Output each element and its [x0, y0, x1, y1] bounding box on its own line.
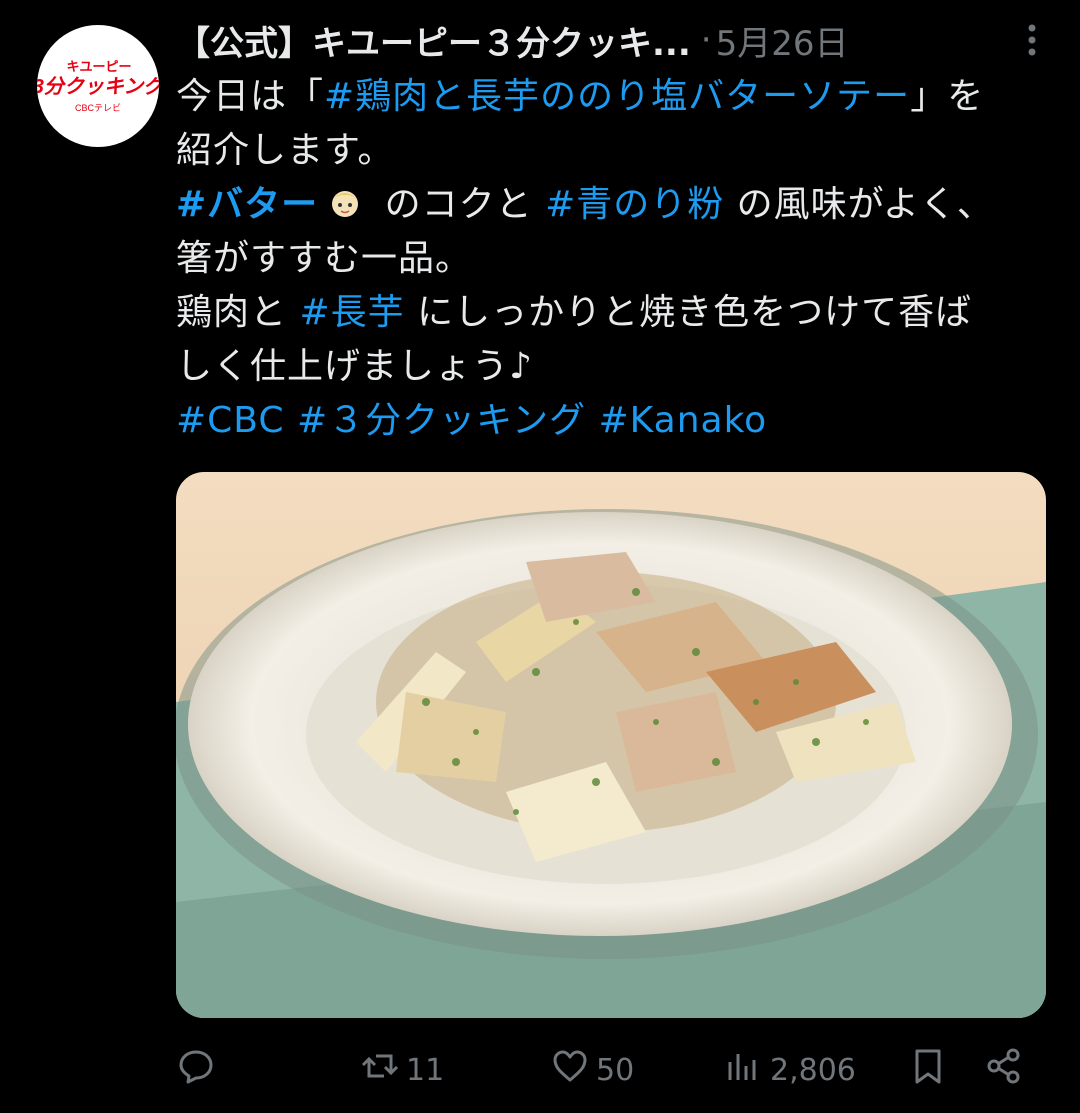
text-segment: 」を: [910, 76, 985, 117]
tweet-text: 今日は「#鶏肉と長芋ののり塩バターソテー」を 紹介します。 #バター のコクと …: [176, 70, 1056, 448]
text-segment: のコクと: [372, 184, 546, 225]
text-line-5: 鶏肉と #長芋 にしっかりと焼き色をつけて香ば: [176, 286, 1056, 340]
text-line-7: #CBC #３分クッキング #Kanako: [176, 394, 1056, 448]
views-button[interactable]: 2,806: [724, 1040, 856, 1100]
repost-icon: [360, 1046, 400, 1094]
text-line-6: しく仕上げましょう♪: [176, 346, 533, 387]
text-segment: の風味がよく、: [724, 184, 994, 225]
avatar[interactable]: キユーピー 3分クッキング CBCテレビ: [37, 25, 159, 147]
hashtag-3min-cooking[interactable]: #３分クッキング: [297, 400, 586, 441]
hashtag-aonori[interactable]: #青のり粉: [545, 184, 724, 225]
butter-emoji-icon: [326, 184, 364, 222]
bookmark-icon: [908, 1046, 948, 1094]
hashtag-nagaimo[interactable]: #長芋: [299, 292, 404, 333]
views-count: 2,806: [770, 1052, 856, 1088]
logo-line2: 3分クッキング: [37, 75, 159, 98]
hashtag-kanako[interactable]: #Kanako: [599, 400, 768, 441]
share-button[interactable]: [984, 1040, 1024, 1100]
reply-button[interactable]: [176, 1040, 216, 1100]
text-segment: 今日は「: [176, 76, 325, 117]
logo-line3: CBCテレビ: [75, 103, 121, 113]
text-segment: 鶏肉と: [176, 292, 300, 333]
hashtag-cbc[interactable]: #CBC: [176, 400, 285, 441]
tweet-header: 【公式】キユーピー３分クッキ... · 5月26日: [176, 12, 1056, 68]
like-button[interactable]: 50: [550, 1040, 634, 1100]
text-line-3: #バター のコクと #青のり粉 の風味がよく、: [176, 178, 1056, 232]
like-count: 50: [596, 1052, 635, 1088]
text-line-4: 箸がすすむ一品。: [176, 238, 473, 279]
share-icon: [984, 1046, 1024, 1094]
logo-line1: キユーピー: [66, 59, 131, 74]
like-icon: [550, 1046, 590, 1094]
repost-button[interactable]: 11: [360, 1040, 444, 1100]
repost-count: 11: [406, 1052, 445, 1088]
author-name[interactable]: 【公式】キユーピー３分クッキ...: [176, 16, 691, 65]
hashtag-recipe[interactable]: #鶏肉と長芋ののり塩バターソテー: [324, 76, 910, 117]
text-line-1: 今日は「#鶏肉と長芋ののり塩バターソテー」を: [176, 70, 1056, 124]
reply-icon: [176, 1046, 216, 1094]
more-icon[interactable]: [1024, 20, 1040, 60]
tweet-photo[interactable]: [176, 472, 1046, 1018]
tweet-actions: 11 50 2,806: [176, 1040, 1056, 1100]
tweet-date[interactable]: 5月26日: [716, 16, 849, 65]
hashtag-butter[interactable]: #バター: [176, 184, 318, 225]
text-segment: にしっかりと焼き色をつけて香ば: [404, 292, 973, 333]
views-icon: [724, 1046, 764, 1094]
separator: ·: [700, 20, 712, 60]
text-line-2: 紹介します。: [176, 130, 395, 171]
bookmark-button[interactable]: [908, 1040, 948, 1100]
